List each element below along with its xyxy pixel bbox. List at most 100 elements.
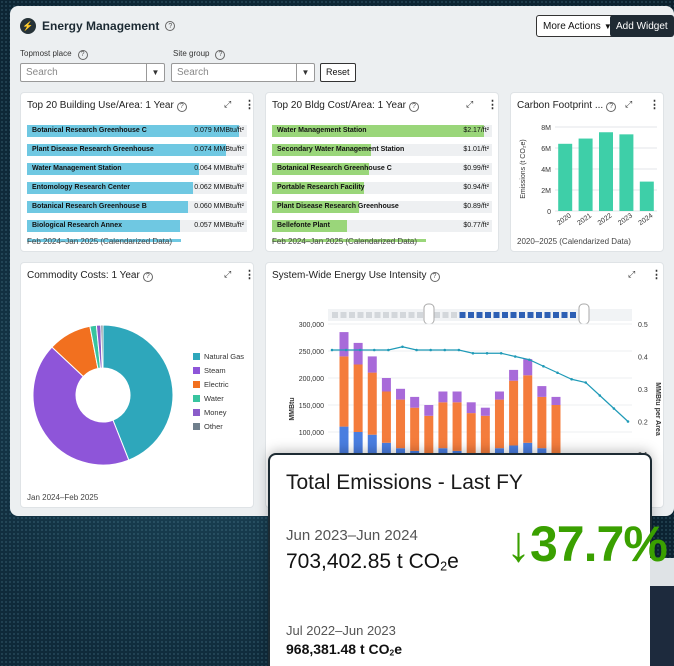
- carbon-bar[interactable]: [578, 138, 593, 211]
- more-actions-button[interactable]: More Actions ▼: [536, 15, 619, 37]
- eui-line-point[interactable]: [612, 407, 616, 410]
- help-icon[interactable]: ?: [606, 101, 617, 112]
- eui-bar-segment[interactable]: [424, 415, 434, 454]
- eui-bar-segment[interactable]: [367, 356, 377, 373]
- eui-bar-segment[interactable]: [410, 407, 420, 451]
- expand-icon[interactable]: ⤢: [628, 269, 635, 280]
- carbon-bar[interactable]: [599, 132, 613, 211]
- kebab-menu-icon[interactable]: ⋮: [244, 98, 253, 111]
- eui-bar-segment[interactable]: [551, 396, 561, 405]
- ranking-row[interactable]: Water Management Station 0.064 MMBtu/ft²: [27, 163, 247, 175]
- help-icon[interactable]: ?: [215, 49, 226, 60]
- eui-bar-segment[interactable]: [396, 399, 406, 449]
- eui-line-point[interactable]: [358, 348, 362, 352]
- eui-line-point[interactable]: [499, 351, 503, 355]
- help-icon[interactable]: ?: [142, 271, 153, 282]
- site-group-select[interactable]: Search ▼: [171, 63, 315, 82]
- eui-line-point[interactable]: [443, 348, 447, 352]
- dropdown-arrow-icon[interactable]: ▼: [146, 64, 164, 81]
- carbon-bar[interactable]: [558, 143, 573, 211]
- ranking-row[interactable]: Portable Research Facility $0.94/ft²: [272, 182, 492, 194]
- navigator-handle-right[interactable]: [578, 303, 590, 325]
- ranking-row[interactable]: Plant Disease Research Greenhouse 0.074 M…: [27, 144, 247, 156]
- eui-line-point[interactable]: [626, 420, 630, 423]
- eui-bar-segment[interactable]: [410, 396, 420, 408]
- eui-bar-segment[interactable]: [537, 396, 547, 449]
- eui-bar-segment[interactable]: [494, 399, 504, 449]
- ranking-row[interactable]: Botanical Research Greenhouse B 0.060 MMB…: [27, 201, 247, 213]
- eui-bar-segment[interactable]: [537, 386, 547, 397]
- eui-line-point[interactable]: [415, 348, 418, 352]
- eui-line-point[interactable]: [584, 381, 588, 384]
- carbon-bar[interactable]: [619, 134, 634, 211]
- eui-bar-segment[interactable]: [452, 402, 462, 451]
- eui-bar-segment[interactable]: [381, 378, 391, 392]
- eui-bar-segment[interactable]: [494, 391, 504, 400]
- eui-line-point[interactable]: [330, 348, 334, 352]
- ranking-row[interactable]: Biological Research Annex 0.057 MMBtu/ft²: [27, 220, 247, 232]
- eui-line-point[interactable]: [598, 394, 602, 397]
- eui-bar-segment[interactable]: [396, 388, 406, 400]
- eui-line-point[interactable]: [528, 358, 531, 362]
- eui-bar-segment[interactable]: [452, 391, 462, 403]
- add-widget-button[interactable]: Add Widget: [610, 15, 674, 37]
- kebab-menu-icon[interactable]: ⋮: [649, 98, 660, 111]
- reset-button[interactable]: Reset: [320, 63, 356, 82]
- ranking-row[interactable]: Secondary Water Management Station $1.01/…: [272, 144, 492, 156]
- expand-icon[interactable]: ⤢: [224, 269, 231, 280]
- ranking-row[interactable]: Bellefonte Plant $0.77/ft²: [272, 220, 492, 232]
- expand-icon[interactable]: ⤢: [224, 99, 231, 110]
- expand-icon[interactable]: ⤢: [625, 99, 632, 110]
- eui-line-point[interactable]: [372, 348, 376, 352]
- topmost-place-select[interactable]: Search ▼: [20, 63, 165, 82]
- eui-bar-segment[interactable]: [480, 407, 490, 416]
- eui-bar-segment[interactable]: [466, 402, 476, 414]
- eui-line-point[interactable]: [556, 371, 559, 375]
- carbon-chart: 02M4M6M8MEmissions (t CO₂e)2020 2021 2022 2…: [520, 125, 657, 227]
- expand-icon[interactable]: ⤢: [466, 99, 473, 110]
- ranking-row[interactable]: Entomology Research Center 0.062 MMBtu/ft…: [27, 182, 247, 194]
- eui-line-point[interactable]: [387, 348, 390, 352]
- ranking-row[interactable]: Water Management Station $2.17/ft²: [272, 125, 492, 137]
- eui-bar-segment[interactable]: [367, 372, 377, 435]
- eui-bar-segment[interactable]: [551, 405, 561, 454]
- help-icon[interactable]: ?: [165, 21, 176, 31]
- ranking-row[interactable]: Plant Disease Research Greenhouse $0.89/f…: [272, 201, 492, 213]
- eui-bar-segment[interactable]: [438, 402, 448, 449]
- ranking-row[interactable]: Botanical Research Greenhouse C $0.99/ft²: [272, 163, 492, 175]
- kebab-menu-icon[interactable]: ⋮: [651, 268, 662, 281]
- eui-line-point[interactable]: [570, 377, 573, 381]
- eui-line-point[interactable]: [485, 351, 489, 355]
- eui-line-point[interactable]: [513, 355, 517, 358]
- help-icon[interactable]: ?: [176, 101, 187, 112]
- navigator-segment: [459, 312, 466, 318]
- eui-line-point[interactable]: [542, 364, 545, 368]
- dropdown-arrow-icon[interactable]: ▼: [296, 64, 314, 81]
- eui-bar-segment[interactable]: [438, 391, 448, 403]
- ranking-row[interactable]: Botanical Research Greenhouse C 0.079 MMB…: [27, 125, 247, 137]
- eui-line-point[interactable]: [457, 348, 461, 352]
- eui-line-point[interactable]: [401, 345, 404, 349]
- help-icon[interactable]: ?: [77, 49, 88, 60]
- carbon-bar[interactable]: [639, 181, 654, 211]
- kebab-menu-icon[interactable]: ⋮: [487, 98, 498, 111]
- eui-bar-segment[interactable]: [509, 380, 519, 446]
- eui-bar-segment[interactable]: [381, 391, 391, 443]
- eui-bar-segment[interactable]: [339, 356, 349, 427]
- help-icon[interactable]: ?: [429, 271, 440, 282]
- eui-line-point[interactable]: [429, 348, 432, 352]
- navigator-handle-left[interactable]: [423, 303, 435, 325]
- eui-bar-segment[interactable]: [466, 413, 476, 454]
- help-icon[interactable]: ?: [408, 101, 419, 112]
- eui-line-point[interactable]: [344, 348, 348, 352]
- eui-bar-segment[interactable]: [480, 415, 490, 454]
- eui-bar-segment[interactable]: [523, 359, 533, 376]
- eui-bar-segment[interactable]: [424, 405, 434, 416]
- eui-bar-segment[interactable]: [353, 364, 363, 433]
- kebab-menu-icon[interactable]: ⋮: [244, 268, 253, 281]
- eui-line-point[interactable]: [471, 351, 475, 355]
- eui-bar-segment[interactable]: [509, 369, 519, 381]
- eui-bar-segment[interactable]: [523, 375, 533, 443]
- eui-bar-segment[interactable]: [339, 332, 349, 357]
- eui-bar-segment[interactable]: [353, 342, 363, 365]
